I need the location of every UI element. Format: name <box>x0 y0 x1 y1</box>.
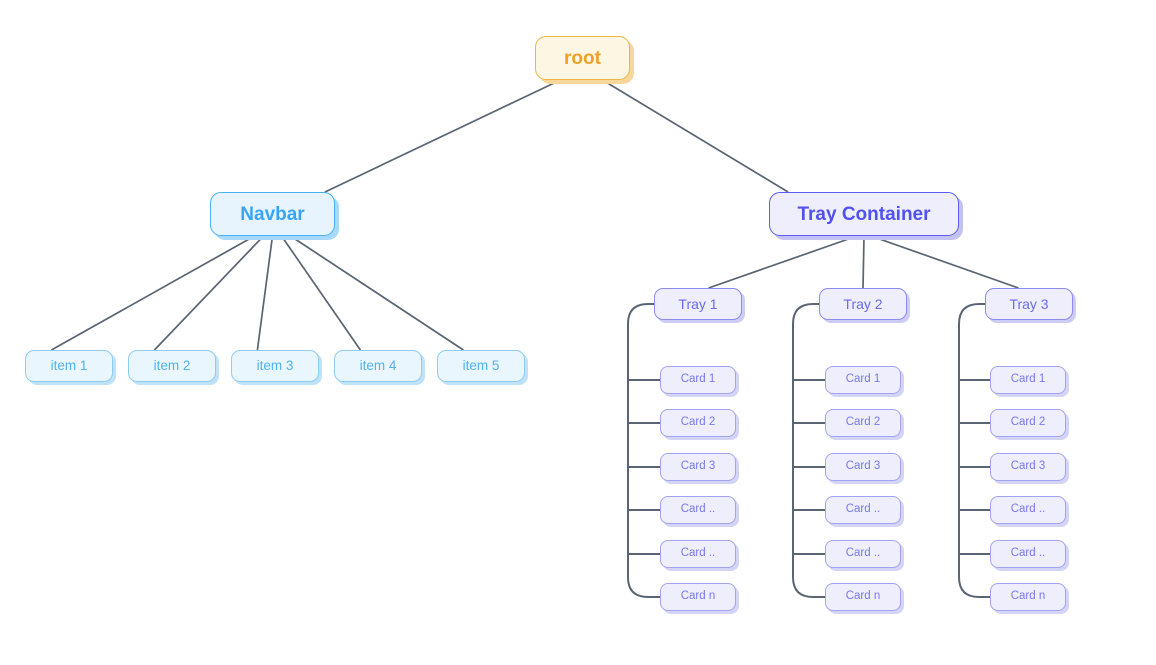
node-tray-1[interactable]: Tray 1 <box>654 288 742 320</box>
edge-tray-2-to-card-6 <box>792 576 825 598</box>
node-tray-1-card-5[interactable]: Card .. <box>660 540 736 568</box>
edge-tray-3-to-card-6 <box>958 576 990 598</box>
node-tray-1-card-1[interactable]: Card 1 <box>660 366 736 394</box>
edge-tray-3-trunk <box>958 303 985 577</box>
edge-tray-1-trunk <box>627 303 654 577</box>
edge-navbar-to-item-5 <box>290 235 464 351</box>
node-tray-1-card-4[interactable]: Card .. <box>660 496 736 524</box>
node-tray-2-card-3[interactable]: Card 3 <box>825 453 901 481</box>
node-tray-1-card-3[interactable]: Card 3 <box>660 453 736 481</box>
node-tray-3-card-2[interactable]: Card 2 <box>990 409 1066 437</box>
node-navbar[interactable]: Navbar <box>210 192 335 236</box>
tree-diagram-canvas: root Navbar Tray Container item 1 item 2 item… <box>0 0 1156 665</box>
edge-tray-container-to-tray-1 <box>708 235 858 289</box>
node-tray-2[interactable]: Tray 2 <box>819 288 907 320</box>
node-tray-container[interactable]: Tray Container <box>769 192 959 236</box>
node-tray-1-card-6[interactable]: Card n <box>660 583 736 611</box>
edge-tray-container-to-tray-2 <box>862 235 865 289</box>
node-tray-2-card-2[interactable]: Card 2 <box>825 409 901 437</box>
edge-navbar-to-item-4 <box>280 235 362 351</box>
node-item-3[interactable]: item 3 <box>231 350 319 382</box>
node-item-5[interactable]: item 5 <box>437 350 525 382</box>
edge-layer <box>50 79 1019 598</box>
node-tray-2-card-1[interactable]: Card 1 <box>825 366 901 394</box>
edge-tray-container-to-tray-3 <box>870 235 1019 289</box>
node-tray-2-card-5[interactable]: Card .. <box>825 540 901 568</box>
edge-navbar-to-item-1 <box>50 235 255 351</box>
node-tray-2-card-6[interactable]: Card n <box>825 583 901 611</box>
node-tray-2-card-4[interactable]: Card .. <box>825 496 901 524</box>
node-tray-3-card-4[interactable]: Card .. <box>990 496 1066 524</box>
node-tray-3-card-5[interactable]: Card .. <box>990 540 1066 568</box>
node-tray-3-card-3[interactable]: Card 3 <box>990 453 1066 481</box>
edge-root-to-tray-container <box>602 79 789 193</box>
node-tray-1-card-2[interactable]: Card 2 <box>660 409 736 437</box>
node-tray-3[interactable]: Tray 3 <box>985 288 1073 320</box>
edge-tray-2-trunk <box>792 303 819 577</box>
node-tray-3-card-1[interactable]: Card 1 <box>990 366 1066 394</box>
edge-navbar-to-item-2 <box>153 235 265 351</box>
edge-navbar-to-item-3 <box>256 235 274 351</box>
node-item-4[interactable]: item 4 <box>334 350 422 382</box>
node-item-2[interactable]: item 2 <box>128 350 216 382</box>
edge-tray-1-to-card-6 <box>627 576 660 598</box>
node-tray-3-card-6[interactable]: Card n <box>990 583 1066 611</box>
edge-root-to-navbar <box>324 79 561 193</box>
node-item-1[interactable]: item 1 <box>25 350 113 382</box>
node-root[interactable]: root <box>535 36 630 80</box>
